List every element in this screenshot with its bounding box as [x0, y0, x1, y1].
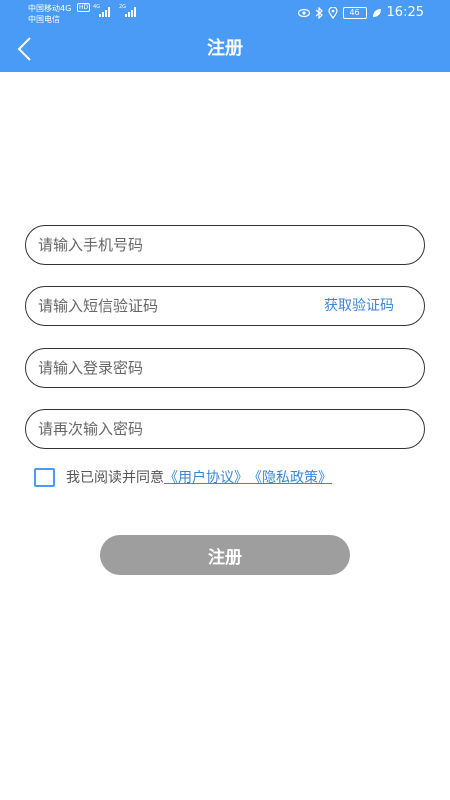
battery-icon: 46 — [342, 6, 367, 19]
confirm-password-field[interactable] — [25, 409, 425, 449]
app-header: 中国移动4G HD 中国电信 4G 2G 46 16:25 注册 — [0, 0, 450, 72]
status-icons: 46 16:25 — [297, 5, 424, 20]
carrier-name-1: 中国移动4G — [28, 4, 72, 13]
password-input[interactable] — [38, 349, 298, 387]
confirm-password-input[interactable] — [38, 410, 298, 448]
status-bar: 中国移动4G HD 中国电信 4G 2G 46 16:25 — [0, 0, 450, 26]
password-field[interactable] — [25, 348, 425, 388]
agreement-row: 我已阅读并同意 《用户协议》 《隐私政策》 — [34, 467, 332, 487]
battery-level: 46 — [349, 7, 360, 17]
phone-field[interactable] — [25, 225, 425, 265]
carrier-name-2: 中国电信 — [28, 15, 60, 24]
sms-code-input[interactable] — [38, 287, 298, 325]
location-icon — [327, 6, 338, 19]
leaf-icon — [372, 8, 381, 17]
register-button[interactable]: 注册 — [100, 535, 350, 575]
hd-badge: HD — [77, 3, 91, 12]
bluetooth-icon — [315, 6, 323, 19]
user-agreement-link[interactable]: 《用户协议》 — [164, 467, 248, 487]
sms-code-field[interactable]: 获取验证码 — [25, 286, 425, 326]
phone-input[interactable] — [38, 226, 298, 264]
page-title: 注册 — [207, 38, 243, 59]
privacy-policy-link[interactable]: 《隐私政策》 — [248, 467, 332, 487]
agreement-text: 我已阅读并同意 — [66, 470, 164, 486]
agreement-checkbox[interactable] — [34, 467, 55, 487]
clock: 16:25 — [386, 5, 424, 20]
eye-icon — [297, 8, 310, 17]
get-code-button[interactable]: 获取验证码 — [324, 287, 394, 325]
